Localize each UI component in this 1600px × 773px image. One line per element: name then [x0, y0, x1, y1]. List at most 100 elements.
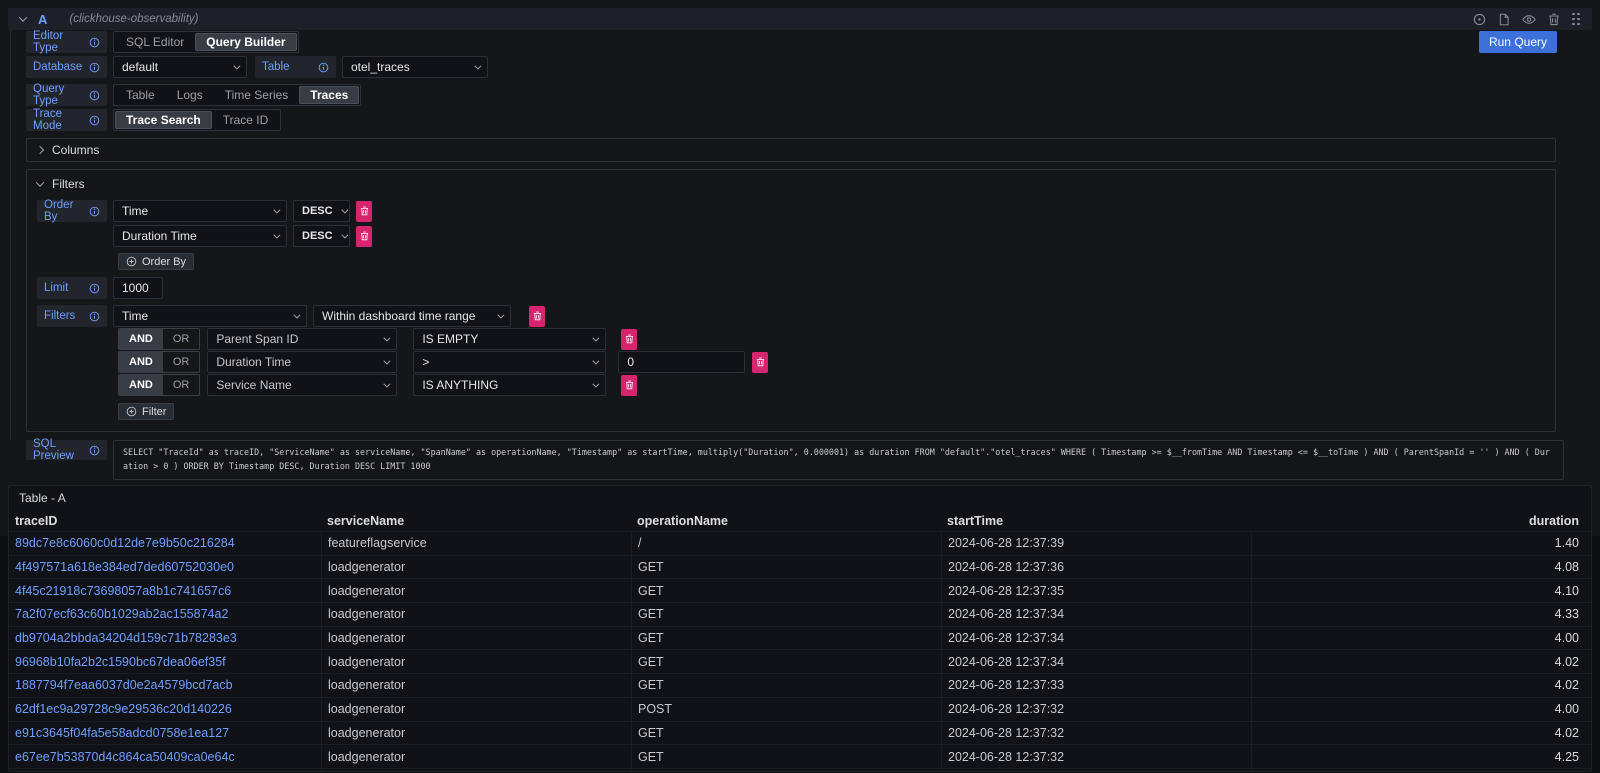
query-type-label: Query Type	[26, 84, 107, 106]
filter-field-select[interactable]: Time	[113, 305, 307, 327]
trace-id-link[interactable]: 96968b10fa2b2c1590bc67dea06ef35f	[9, 650, 321, 673]
trace-id-link[interactable]: 1887794f7eaa6037d0e2a4579bcd7acb	[9, 674, 321, 697]
chevron-down-icon	[593, 334, 600, 341]
info-icon[interactable]	[89, 283, 100, 294]
add-order-by-button[interactable]: Order By	[118, 253, 194, 270]
order-by-field-select[interactable]: Duration Time	[113, 225, 287, 247]
limit-input[interactable]: 1000	[113, 277, 163, 299]
remove-condition-button[interactable]	[752, 352, 768, 373]
and-option[interactable]: AND	[119, 329, 163, 349]
query-type-logs[interactable]: Logs	[166, 86, 214, 104]
sql-preview-label: SQL Preview	[26, 440, 107, 460]
condition-field-select[interactable]: Duration Time	[207, 351, 397, 373]
info-icon[interactable]	[89, 37, 100, 48]
trace-mode-switch: Trace Search Trace ID	[113, 109, 281, 131]
datasource-name: (clickhouse-observability)	[69, 13, 198, 25]
service-name-cell: loadgenerator	[321, 627, 631, 650]
or-option[interactable]: OR	[163, 329, 200, 349]
sql-editor-option[interactable]: SQL Editor	[115, 33, 195, 51]
query-type-traces[interactable]: Traces	[299, 86, 359, 104]
trace-id-link[interactable]: 89dc7e8c6060c0d12de7e9b50c216284	[9, 532, 321, 555]
filter-condition-row: AND OR Parent Span ID IS EMPTY	[118, 328, 1545, 350]
query-row-actions	[1473, 13, 1580, 26]
order-by-direction-select[interactable]: DESC	[293, 200, 350, 222]
remove-order-by-button[interactable]	[356, 201, 372, 222]
database-select[interactable]: default	[113, 56, 247, 78]
info-icon[interactable]	[89, 445, 100, 456]
column-header-duration[interactable]: duration	[1251, 514, 1591, 528]
column-header-operationname[interactable]: operationName	[631, 514, 941, 528]
duration-cell: 4.00	[1251, 698, 1591, 721]
trace-id-link[interactable]: 4f497571a618e384ed7ded60752030e0	[9, 556, 321, 579]
trash-icon	[533, 311, 542, 321]
order-by-row-1: Order By Time DESC	[37, 200, 1545, 222]
chevron-down-icon	[593, 357, 600, 364]
editor-type-switch: SQL Editor Query Builder	[113, 31, 299, 53]
info-icon[interactable]	[89, 311, 100, 322]
trace-id-link[interactable]: 4f45c21918c73698057a8b1c741657c6	[9, 579, 321, 602]
operation-name-cell: GET	[631, 722, 941, 745]
trace-id-link[interactable]: e67ee7b53870d4c864ca50409ca0e64c	[9, 745, 321, 768]
table-select[interactable]: otel_traces	[342, 56, 488, 78]
and-option[interactable]: AND	[119, 352, 163, 372]
order-by-field-select[interactable]: Time	[113, 200, 287, 222]
info-icon[interactable]	[318, 62, 329, 73]
query-row-left-border	[10, 30, 11, 441]
operation-name-cell: GET	[631, 745, 941, 768]
add-filter-button[interactable]: Filter	[118, 403, 174, 420]
hide-query-eye-icon[interactable]	[1522, 13, 1536, 26]
condition-field-select[interactable]: Parent Span ID	[207, 328, 397, 350]
column-header-starttime[interactable]: startTime	[941, 514, 1251, 528]
remove-order-by-button[interactable]	[356, 226, 372, 247]
duration-cell: 4.08	[1251, 556, 1591, 579]
filters-section-header[interactable]: Filters	[37, 177, 1545, 191]
plus-circle-icon	[126, 406, 137, 417]
query-builder-option[interactable]: Query Builder	[195, 33, 296, 51]
trace-id-link[interactable]: db9704a2bbda34204d159c71b78283e3	[9, 627, 321, 650]
and-option[interactable]: AND	[119, 375, 163, 395]
condition-operator-select[interactable]: IS ANYTHING	[413, 374, 606, 396]
trace-id-link[interactable]: 62df1ec9a29728c9e29536c20d140226	[9, 698, 321, 721]
info-icon[interactable]	[89, 206, 100, 217]
condition-value-input[interactable]: 0	[618, 351, 745, 373]
condition-operator-select[interactable]: >	[413, 351, 606, 373]
run-query-button[interactable]: Run Query	[1479, 31, 1557, 53]
trace-id-link[interactable]: 7a2f07ecf63c60b1029ab2ac155874a2	[9, 603, 321, 626]
order-by-direction-select[interactable]: DESC	[293, 225, 350, 247]
columns-section-header[interactable]: Columns	[37, 143, 1545, 157]
condition-field-select[interactable]: Service Name	[207, 374, 397, 396]
add-order-by-wrap: Order By	[118, 253, 1545, 272]
query-help-icon[interactable]	[1473, 13, 1486, 26]
chevron-down-icon	[384, 334, 391, 341]
trace-id-link[interactable]	[9, 769, 321, 772]
info-icon[interactable]	[89, 90, 100, 101]
query-type-time-series[interactable]: Time Series	[214, 86, 300, 104]
column-header-servicename[interactable]: serviceName	[321, 514, 631, 528]
condition-operator-select[interactable]: IS EMPTY	[413, 328, 606, 350]
table-row: db9704a2bbda34204d159c71b78283e3 loadgen…	[9, 626, 1591, 650]
info-icon[interactable]	[89, 115, 100, 126]
remove-query-trash-icon[interactable]	[1548, 13, 1560, 26]
filter-operator-select[interactable]: Within dashboard time range	[313, 305, 511, 327]
duplicate-query-icon[interactable]	[1498, 13, 1510, 26]
operation-name-cell: GET	[631, 650, 941, 673]
operation-name-cell: /	[631, 532, 941, 555]
info-icon[interactable]	[89, 62, 100, 73]
trace-id-link[interactable]: e91c3645f04fa5e58adcd0758e1ea127	[9, 722, 321, 745]
trace-id-option[interactable]: Trace ID	[212, 111, 280, 129]
collapse-query-chevron-icon[interactable]	[19, 13, 27, 21]
remove-condition-button[interactable]	[621, 375, 637, 396]
query-type-table[interactable]: Table	[115, 86, 166, 104]
remove-condition-button[interactable]	[621, 329, 637, 350]
query-row-header[interactable]: A (clickhouse-observability)	[8, 8, 1592, 30]
column-header-traceid[interactable]: traceID	[9, 514, 321, 528]
or-option[interactable]: OR	[163, 352, 200, 372]
trace-search-option[interactable]: Trace Search	[115, 111, 212, 129]
remove-filter-button[interactable]	[529, 306, 545, 327]
database-label: Database	[26, 56, 107, 78]
start-time-cell: 2024-06-28 12:37:33	[941, 674, 1251, 697]
drag-handle[interactable]	[1572, 13, 1580, 26]
operation-name-cell: GET	[631, 627, 941, 650]
order-by-row-2: Duration Time DESC	[37, 225, 1545, 247]
or-option[interactable]: OR	[163, 375, 200, 395]
